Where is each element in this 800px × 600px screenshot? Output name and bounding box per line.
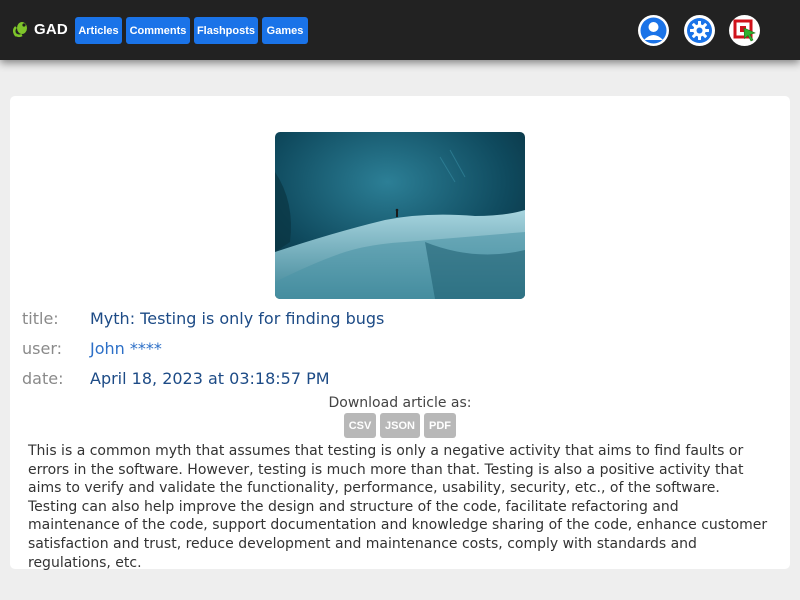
download-pdf-button[interactable]: PDF (424, 413, 456, 438)
nav-games-button[interactable]: Games (262, 17, 308, 44)
mountain-climber-image (275, 132, 525, 299)
article-author-link[interactable]: John **** (90, 339, 162, 358)
nav-comments-button[interactable]: Comments (126, 17, 190, 44)
download-csv-button[interactable]: CSV (344, 413, 376, 438)
nav-articles-button[interactable]: Articles (75, 17, 122, 44)
download-label: Download article as: (328, 395, 472, 411)
date-label: date: (22, 369, 64, 388)
user-icon (640, 17, 667, 44)
title-label: title: (22, 309, 59, 328)
article-title: Myth: Testing is only for finding bugs (90, 309, 385, 328)
download-json-button[interactable]: JSON (380, 413, 420, 438)
user-profile-button[interactable] (638, 15, 669, 46)
logout-icon (733, 19, 756, 42)
logout-button[interactable] (729, 15, 760, 46)
article-body: This is a common myth that assumes that … (28, 443, 768, 571)
article-card: title: Myth: Testing is only for finding… (10, 96, 790, 571)
article-date: April 18, 2023 at 03:18:57 PM (90, 369, 330, 388)
user-label: user: (22, 339, 63, 358)
top-bar: GAD Articles Comments Flashposts Games (0, 0, 800, 60)
settings-button[interactable] (684, 15, 715, 46)
article-image (275, 132, 525, 299)
nav-flashposts-button[interactable]: Flashposts (194, 17, 258, 44)
gear-icon (687, 18, 712, 43)
main-nav: Articles Comments Flashposts Games (0, 17, 800, 44)
